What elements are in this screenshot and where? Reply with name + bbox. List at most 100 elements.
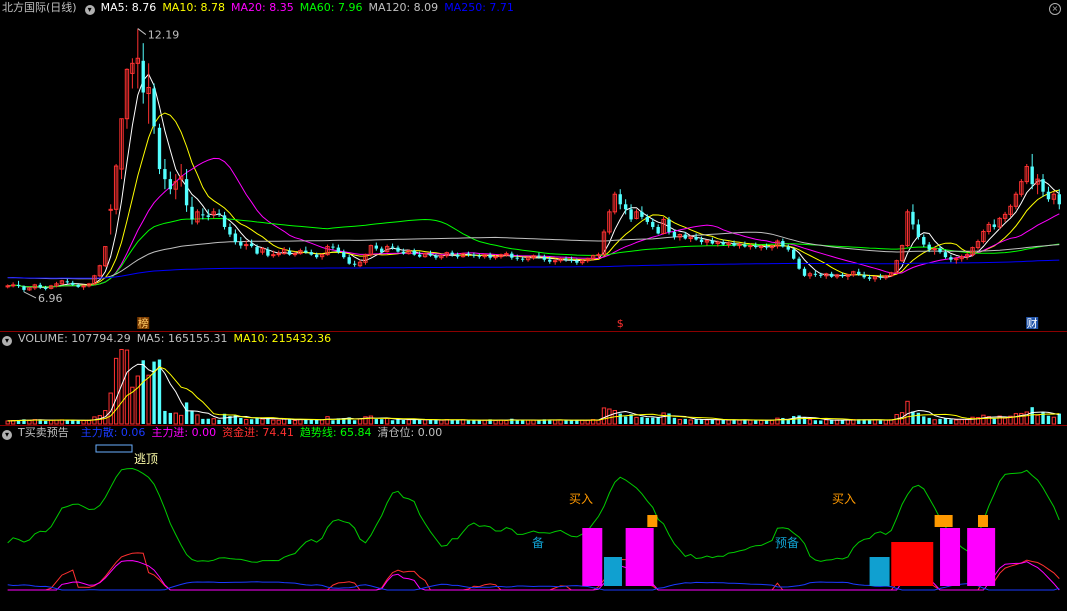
candle-body [396,247,400,252]
candle-body [683,234,687,239]
volume-bar [504,420,509,425]
candle-body [938,248,942,253]
volume-bar [498,419,504,425]
marker-badge: $ [617,317,624,330]
candle-body [390,246,395,248]
volume-bar [184,402,189,424]
volume-bar [580,419,585,425]
volume-bar [460,419,466,425]
candle-body [450,252,454,255]
volume-bar [758,419,764,425]
candle-body [206,215,210,217]
volume-bar [314,419,319,424]
high-label: 12.19 [148,29,180,42]
candle-body [331,246,335,248]
candle-body [22,286,26,290]
volume-bar [331,420,335,424]
candle-body [911,211,915,225]
volume-bar [737,419,742,425]
kline-chart[interactable]: 12.196.96榜$财涨逃顶买入买入备预备 [0,0,1067,611]
candle-body [190,206,194,220]
buy-label: 买入 [832,492,856,506]
volume-bar [743,419,747,424]
volume-bar [396,418,400,424]
candle-body [743,244,747,247]
candle-body [1041,179,1045,192]
volume-bar [558,419,563,425]
volume-bar [477,420,481,424]
candle-body [157,127,162,170]
volume-bar [390,420,395,424]
candle-body [1030,166,1034,185]
volume-bar [260,418,265,425]
candle-body [304,250,308,253]
marker-badge: 财 [1027,316,1038,330]
marker-badge: 榜 [138,316,149,330]
volume-bar [807,419,813,425]
volume-bar [380,419,384,424]
signal-block [582,528,603,586]
candle-body [797,258,801,269]
escape-top-label: 逃顶 [134,452,158,466]
volume-bar [5,420,10,425]
volume-bar [281,418,287,425]
buy-label: 买入 [569,492,593,506]
volume-bar [1002,417,1008,425]
volume-bar [1051,416,1057,425]
volume-bar [964,419,970,425]
candle-body [781,241,785,247]
volume-bar [721,419,725,424]
volume-bar [748,419,753,425]
volume-bar [569,420,574,424]
candle-body [233,233,238,243]
volume-bar [222,413,227,424]
signal-block [647,515,658,527]
volume-bar [883,419,889,425]
candle-body [857,271,861,275]
volume-bar [135,375,140,425]
volume-bar [249,419,254,424]
volume-bar [146,374,151,425]
candle-body [629,209,633,220]
volume-bar [607,408,612,425]
candle-body [721,242,725,245]
volume-bar [65,420,70,424]
volume-bar [667,413,671,424]
candle-body [228,226,232,235]
candle-body [152,88,156,127]
candle-body [38,284,42,288]
candle-body [623,204,628,210]
volume-bar [792,416,796,424]
volume-bar [1046,415,1051,424]
candle-body [108,208,113,211]
signal-block [940,528,961,586]
volume-bar [239,417,243,424]
candle-body [537,255,541,257]
volume-bar [754,420,758,424]
volume-bar [596,419,601,425]
volume-bar [601,407,607,425]
candle-body [347,257,351,264]
volume-bar [824,419,829,425]
candle-body [515,257,519,259]
candle-body [168,179,173,190]
volume-bar [715,419,720,425]
candle-body [249,243,254,247]
volume-bar [949,419,953,424]
volume-bar [466,420,471,424]
volume-bar [618,413,622,424]
candle-body [656,226,660,234]
volume-bar [834,419,840,425]
candle-body [618,194,622,205]
candle-body [819,274,823,276]
volume-bar [726,419,731,425]
signal-block [977,515,988,527]
volume-bar [168,412,173,424]
volume-bar [867,420,872,424]
candle-body [640,211,644,217]
volume-bar [309,419,313,424]
volume-bar [417,419,422,424]
volume-bar [845,419,851,425]
candle-body [992,224,996,227]
candle-body [222,215,227,227]
